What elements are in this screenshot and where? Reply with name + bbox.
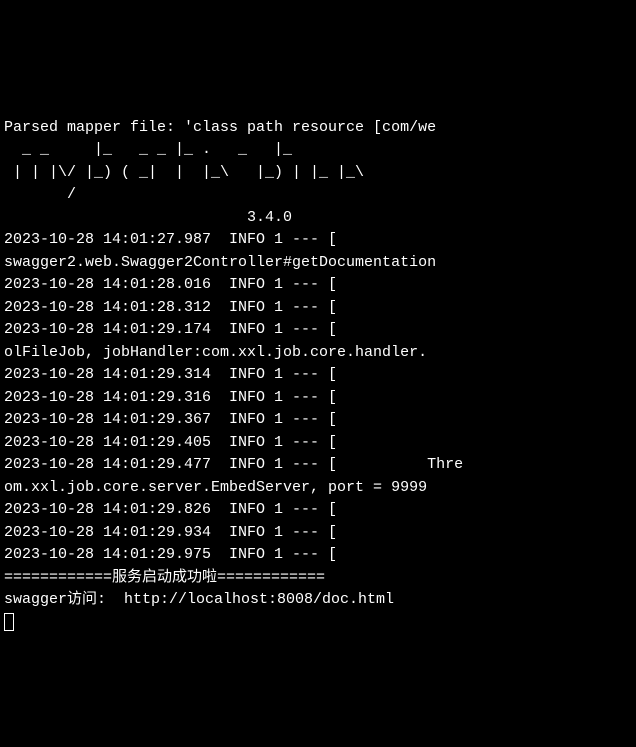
ascii-art-line: | | |\/ |_) ( _| | |_\ |_) | |_ |_\: [4, 164, 364, 181]
log-entry: 2023-10-28 14:01:28.016 INFO 1 --- [: [4, 276, 337, 293]
log-entry: 2023-10-28 14:01:29.367 INFO 1 --- [: [4, 411, 337, 428]
log-entry: om.xxl.job.core.server.EmbedServer, port…: [4, 479, 427, 496]
ascii-art-line: _ _ |_ _ _ |_ . _ |_: [4, 141, 292, 158]
success-message: ============服务启动成功啦============: [4, 569, 325, 586]
log-entry: olFileJob, jobHandler:com.xxl.job.core.h…: [4, 344, 427, 361]
log-entry: 2023-10-28 14:01:29.405 INFO 1 --- [: [4, 434, 337, 451]
ascii-art-line: /: [4, 186, 76, 203]
terminal-output: Parsed mapper file: 'class path resource…: [4, 94, 632, 634]
log-entry: 2023-10-28 14:01:29.934 INFO 1 --- [: [4, 524, 337, 541]
swagger-url-line: swagger访问: http://localhost:8008/doc.htm…: [4, 591, 394, 608]
log-entry: 2023-10-28 14:01:29.174 INFO 1 --- [: [4, 321, 337, 338]
parsed-mapper-line: Parsed mapper file: 'class path resource…: [4, 119, 436, 136]
log-entry: 2023-10-28 14:01:29.975 INFO 1 --- [: [4, 546, 337, 563]
log-entry: 2023-10-28 14:01:29.314 INFO 1 --- [: [4, 366, 337, 383]
log-entry: 2023-10-28 14:01:27.987 INFO 1 --- [: [4, 231, 337, 248]
terminal-cursor: [4, 613, 14, 631]
log-entry: 2023-10-28 14:01:29.477 INFO 1 --- [ Thr…: [4, 456, 463, 473]
log-entry: swagger2.web.Swagger2Controller#getDocum…: [4, 254, 436, 271]
log-entry: 2023-10-28 14:01:29.826 INFO 1 --- [: [4, 501, 337, 518]
log-entry: 2023-10-28 14:01:29.316 INFO 1 --- [: [4, 389, 337, 406]
log-entry: 2023-10-28 14:01:28.312 INFO 1 --- [: [4, 299, 337, 316]
ascii-art-line: 3.4.0: [4, 209, 292, 226]
